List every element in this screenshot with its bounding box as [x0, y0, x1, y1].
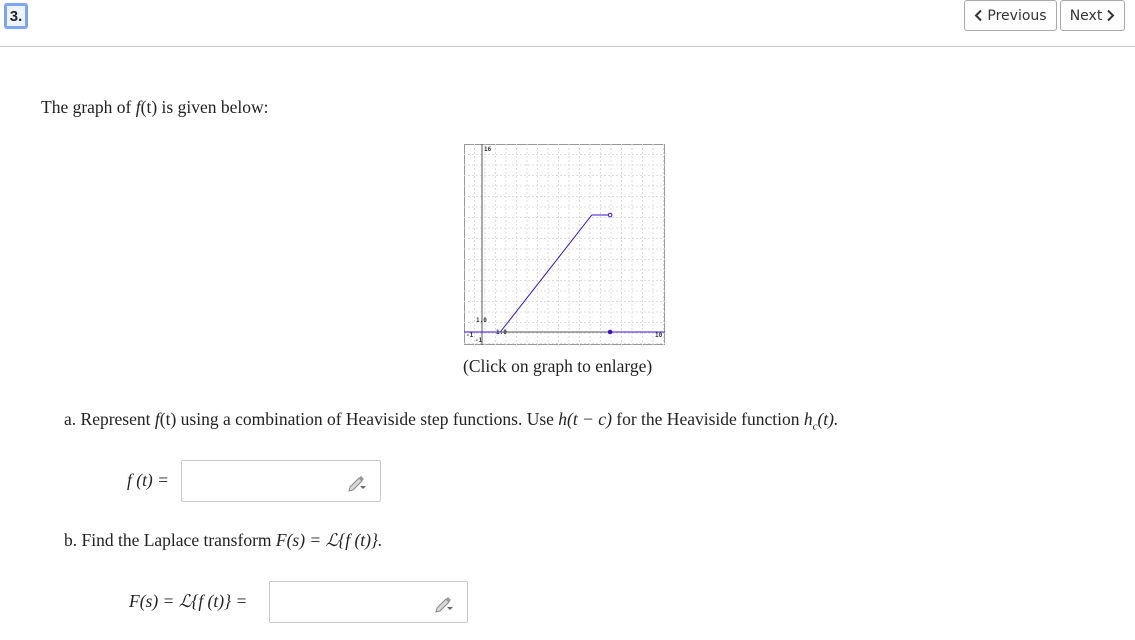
chevron-right-icon [1107, 9, 1115, 22]
part-b-text-1: b. Find the Laplace transform [64, 530, 276, 550]
x-max-tick-label: 10 [655, 332, 663, 339]
prompt-prefix: The graph of [41, 97, 136, 117]
question-prompt: The graph of f(t) is given below: [41, 97, 268, 118]
next-button[interactable]: Next [1060, 0, 1125, 31]
part-b-instruction: b. Find the Laplace transform F(s) = ℒ{f… [64, 530, 382, 551]
question-number-badge[interactable]: 3. [4, 3, 28, 29]
next-button-label: Next [1069, 7, 1103, 24]
answer-a-label: f (t) = [127, 470, 169, 490]
part-a-h-argument: (t − c) [567, 409, 612, 429]
chevron-left-icon [974, 9, 983, 22]
part-a-text-3: for the Heaviside function [611, 409, 804, 429]
x-mark-tick-label: 1.0 [496, 329, 507, 336]
part-a-instruction: a. Represent f(t) using a combination of… [64, 409, 838, 433]
part-a-hc-argument: (t). [817, 409, 839, 429]
graph-caption[interactable]: (Click on graph to enlarge) [463, 356, 652, 377]
answer-a-field[interactable] [181, 460, 381, 502]
function-graph[interactable]: 16 1.0 -1 1.0 10 -1 [464, 144, 665, 345]
series-end-marker [607, 212, 613, 218]
series-start-marker [607, 329, 613, 335]
part-a-text-1: a. Represent [64, 409, 155, 429]
y-mark-tick-label: 1.0 [476, 317, 487, 324]
previous-button-label: Previous [987, 7, 1047, 24]
part-a-hc: h [803, 409, 813, 429]
answer-b-field[interactable] [269, 581, 468, 623]
question-header: 3. Previous Next [0, 0, 1135, 47]
part-b-expression: F(s) = ℒ{f (t)}. [275, 530, 383, 550]
part-a-text-2: using a combination of Heaviside step fu… [176, 409, 559, 429]
pencil-icon[interactable] [433, 595, 455, 613]
prompt-argument: (t) [140, 97, 158, 117]
graph-frame [464, 144, 665, 345]
y-max-tick-label: 16 [484, 146, 492, 153]
prompt-suffix: is given below: [157, 97, 269, 117]
x-min-tick-label: -1 [466, 332, 474, 339]
y-min-tick-label: -1 [475, 337, 483, 344]
part-a-h: h [558, 409, 568, 429]
pencil-icon[interactable] [346, 474, 368, 492]
previous-button[interactable]: Previous [964, 0, 1057, 31]
part-a-argument: (t) [159, 409, 177, 429]
answer-b-label: F(s) = ℒ{f (t)} = [129, 591, 248, 611]
